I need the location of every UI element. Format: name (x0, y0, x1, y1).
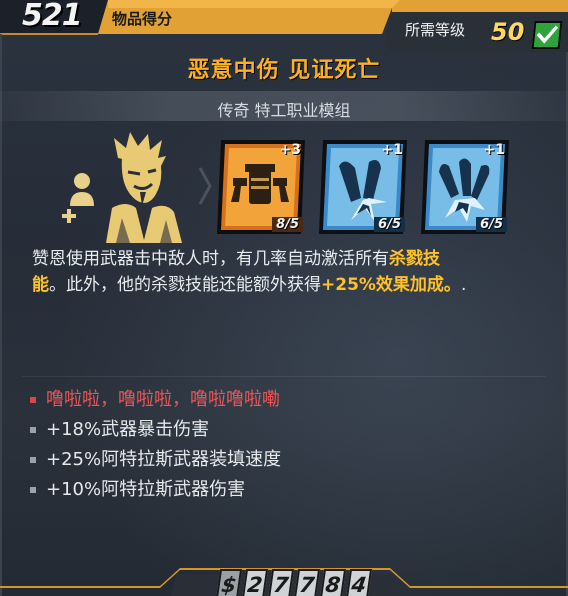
header-banner (0, 0, 568, 52)
list-item: 噜啦啦，噜啦啦，噜啦噜啦嘞 (26, 385, 546, 415)
bullet-icon (30, 427, 36, 433)
skill-bonus: +3 (279, 142, 301, 158)
desc-text: . (460, 275, 467, 295)
stat-text: 噜啦啦，噜啦啦，噜啦噜啦嘞 (46, 389, 280, 410)
chevron-right-icon (198, 167, 212, 205)
skill-level: 6/5 (374, 217, 405, 232)
card-frame (0, 34, 568, 596)
item-score-label: 物品得分 (112, 10, 173, 28)
required-level-label: 所需等级 (405, 21, 466, 39)
desc-highlight: 能 (32, 275, 49, 295)
desc-highlight: +25%效果加成。 (321, 275, 461, 295)
list-item: +10%阿特拉斯武器伤害 (26, 475, 546, 505)
skill-bonus: +1 (381, 142, 403, 158)
item-card: 521 物品得分 所需等级 50 恶意中伤 见证死亡 传奇 特工职业模组 +3 … (0, 0, 568, 596)
item-price: $ 2 7 7 8 4 (206, 563, 376, 596)
skill-slot-3[interactable]: +1 6/5 (419, 138, 511, 236)
item-rarity-type: 传奇 特工职业模组 (217, 101, 351, 120)
stat-list: 噜啦啦，噜啦啦，噜啦噜啦嘞 +18%武器暴击伤害 +25%阿特拉斯武器装填速度 … (26, 385, 546, 505)
price-digit: 8 (319, 569, 347, 596)
price-digit: 7 (293, 569, 321, 596)
price-digit: 7 (267, 569, 295, 596)
list-item: +18%武器暴击伤害 (26, 415, 546, 445)
item-description: 赞恩使用武器击中敌人时，有几率自动激活所有杀戮技能。此外，他的杀戮技能还能额外获… (32, 246, 538, 298)
required-level-value: 50 (491, 18, 525, 46)
skill-level: 6/5 (476, 217, 507, 232)
skill-slot-2[interactable]: +1 6/5 (317, 138, 409, 236)
item-header: 521 物品得分 所需等级 50 (0, 0, 568, 52)
character-portrait-icon (56, 128, 206, 243)
skill-bonus: +1 (483, 142, 505, 158)
skill-level: 8/5 (272, 217, 303, 232)
bullet-icon (30, 397, 36, 403)
desc-highlight: 杀戮技 (389, 249, 440, 269)
bullet-icon (30, 487, 36, 493)
price-digit: 2 (241, 569, 269, 596)
stat-text: +25%阿特拉斯武器装填速度 (46, 449, 282, 470)
check-icon (531, 21, 563, 49)
divider (22, 376, 546, 377)
stat-text: +18%武器暴击伤害 (46, 419, 210, 440)
bullet-icon (30, 457, 36, 463)
price-digit: 4 (345, 569, 373, 596)
stat-text: +10%阿特拉斯武器伤害 (46, 479, 246, 500)
desc-text: 。此外，他的杀戮技能还能额外获得 (49, 275, 321, 295)
item-title: 恶意中伤 见证死亡 (187, 58, 381, 83)
list-item: +25%阿特拉斯武器装填速度 (26, 445, 546, 475)
currency-icon: $ (215, 569, 243, 596)
item-score: 521 (22, 0, 83, 33)
desc-text: 赞恩使用武器击中敌人时，有几率自动激活所有 (32, 249, 389, 269)
skill-slot-1[interactable]: +3 8/5 (215, 138, 307, 236)
